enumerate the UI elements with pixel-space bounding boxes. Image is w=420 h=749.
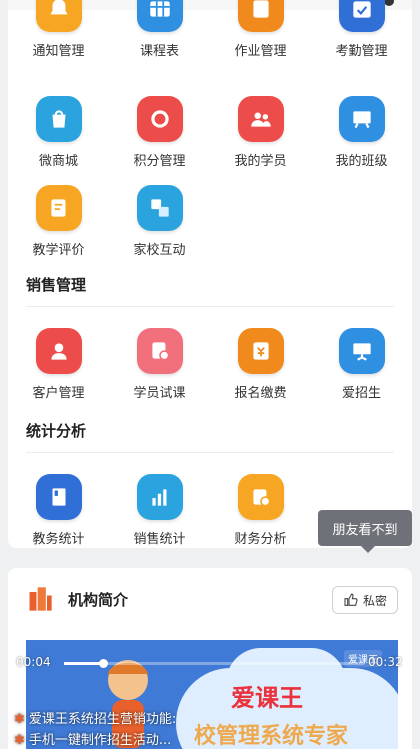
item-label: 积分管理 <box>133 154 186 169</box>
academic-stats-item[interactable]: 教务统计 <box>8 474 109 547</box>
intro-title: 机构简介 <box>68 590 129 609</box>
item-label: 爱招生 <box>341 386 381 401</box>
privacy-tooltip: 朋友看不到 <box>318 510 412 553</box>
item-label: 客户管理 <box>32 386 85 401</box>
report-book-icon <box>35 474 82 520</box>
trial-class-item[interactable]: 学员试课 <box>109 328 210 401</box>
video-brand-text: 爱课王 <box>231 684 303 712</box>
item-label: 我的学员 <box>234 154 287 169</box>
function-row-1: 通知管理 课程表 作业管理 考勤管理 <box>8 0 412 66</box>
my-classes-item[interactable]: 我的班级 <box>311 96 412 169</box>
item-label: 报名缴费 <box>234 386 287 401</box>
section-divider <box>26 306 394 307</box>
caption-text: 手机一键制作招生活动... <box>28 733 172 748</box>
thumbs-up-icon <box>344 593 358 606</box>
bell-icon <box>35 0 82 32</box>
payment-icon <box>237 328 284 374</box>
item-label: 销售统计 <box>133 532 186 547</box>
function-row-3: 教学评价 家校互动 <box>8 185 412 265</box>
home-school-interaction-item[interactable]: 家校互动 <box>109 185 210 258</box>
calendar-check-icon <box>338 0 385 32</box>
video-total-time: 00:32 <box>368 655 403 669</box>
video-progress-bar[interactable] <box>64 659 364 668</box>
edit-note-icon <box>35 185 82 231</box>
classroom-board-icon <box>338 96 385 142</box>
video-progress-fill <box>64 662 103 665</box>
students-icon <box>237 96 284 142</box>
points-manage-item[interactable]: 积分管理 <box>109 96 210 169</box>
my-students-item[interactable]: 我的学员 <box>210 96 311 169</box>
customer-manage-item[interactable]: 客户管理 <box>8 328 109 401</box>
caption-text: 爱课王系统招生营销功能: <box>28 712 177 727</box>
item-label: 学员试课 <box>133 386 186 401</box>
video-caption-line: ✱ 手机一键制作招生活动... <box>14 729 171 748</box>
exchange-icon <box>136 185 183 231</box>
building-icon <box>29 587 52 611</box>
micro-mall-item[interactable]: 微商城 <box>8 96 109 169</box>
item-label: 作业管理 <box>234 44 287 59</box>
stats-section-title: 统计分析 <box>26 422 87 440</box>
item-label: 我的班级 <box>335 154 388 169</box>
presentation-icon <box>338 328 385 374</box>
ai-recruit-item[interactable]: 爱招生 <box>311 328 412 401</box>
sales-stats-item[interactable]: 销售统计 <box>109 474 210 547</box>
attendance-manage-item[interactable]: 考勤管理 <box>311 0 412 59</box>
homework-manage-item[interactable]: 作业管理 <box>210 0 311 59</box>
item-label: 家校互动 <box>133 243 186 258</box>
course-schedule-item[interactable]: 课程表 <box>109 0 210 59</box>
private-button[interactable]: 私密 <box>331 586 398 614</box>
grid-icon <box>136 0 183 32</box>
item-label: 通知管理 <box>32 44 85 59</box>
caption-bullet-icon: ✱ <box>14 712 25 727</box>
trial-class-icon <box>136 328 183 374</box>
item-label: 课程表 <box>139 44 179 59</box>
sales-section-title: 销售管理 <box>26 276 87 294</box>
video-progress-knob[interactable] <box>99 659 108 668</box>
section-divider <box>26 452 394 453</box>
function-row-2: 微商城 积分管理 我的学员 我的班级 <box>8 96 412 176</box>
item-label: 微商城 <box>38 154 78 169</box>
sales-row: 客户管理 学员试课 报名缴费 爱招生 <box>8 328 412 408</box>
video-caption-line: ✱ 爱课王系统招生营销功能: <box>14 708 176 727</box>
item-label: 考勤管理 <box>335 44 388 59</box>
shopping-bag-icon <box>35 96 82 142</box>
caption-bullet-icon: ✱ <box>14 733 25 748</box>
finance-analysis-item[interactable]: 财务分析 <box>210 474 311 547</box>
notice-manage-item[interactable]: 通知管理 <box>8 0 109 59</box>
item-label: 财务分析 <box>234 532 287 547</box>
item-label: 教学评价 <box>32 243 85 258</box>
points-badge-icon <box>136 96 183 142</box>
enroll-payment-item[interactable]: 报名缴费 <box>210 328 311 401</box>
app-screen: 通知管理 课程表 作业管理 考勤管理 微商城 积分管理 我的学员 我的班级 教学… <box>0 0 420 749</box>
book-icon <box>237 0 284 32</box>
customer-crm-icon <box>35 328 82 374</box>
finance-icon <box>237 474 284 520</box>
video-subtitle-text: 校管理系统专家 <box>194 724 349 749</box>
teaching-evaluation-item[interactable]: 教学评价 <box>8 185 109 258</box>
item-label: 教务统计 <box>32 532 85 547</box>
video-current-time: 00:04 <box>16 655 51 669</box>
bar-chart-icon <box>136 474 183 520</box>
private-label: 私密 <box>362 593 387 608</box>
intro-header: 机构简介 <box>26 584 128 614</box>
